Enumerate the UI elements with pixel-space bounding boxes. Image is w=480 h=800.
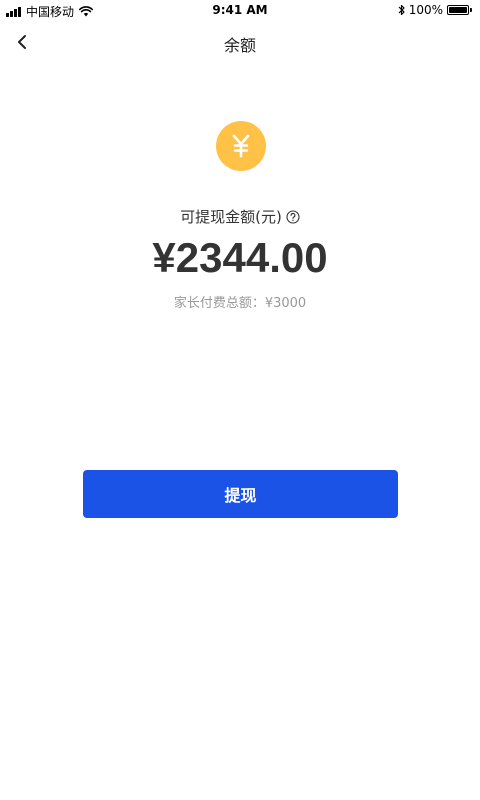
question-circle-icon[interactable]	[286, 209, 300, 224]
balance-amount: ¥2344.00	[152, 234, 328, 281]
withdrawable-label: 可提现金额(元)	[180, 208, 282, 226]
battery-fill	[449, 7, 467, 13]
nav-bar: 余额	[0, 22, 480, 62]
page-title: 余额	[223, 36, 256, 55]
battery-cap	[470, 8, 472, 12]
parent-total-text: 家长付费总额：¥3000	[173, 296, 307, 311]
bluetooth-icon	[398, 4, 405, 16]
yuan-symbol	[232, 134, 250, 158]
status-right: 100%	[398, 3, 472, 17]
battery-icon	[447, 5, 469, 15]
balance-label-row: 可提现金额(元)	[0, 206, 480, 227]
withdraw-button[interactable]: 提现	[83, 470, 398, 518]
yuan-coin-icon	[216, 121, 266, 171]
battery-percent: 100%	[408, 3, 443, 17]
status-bar: 中国移动 9:41 AM 100%	[0, 0, 480, 22]
